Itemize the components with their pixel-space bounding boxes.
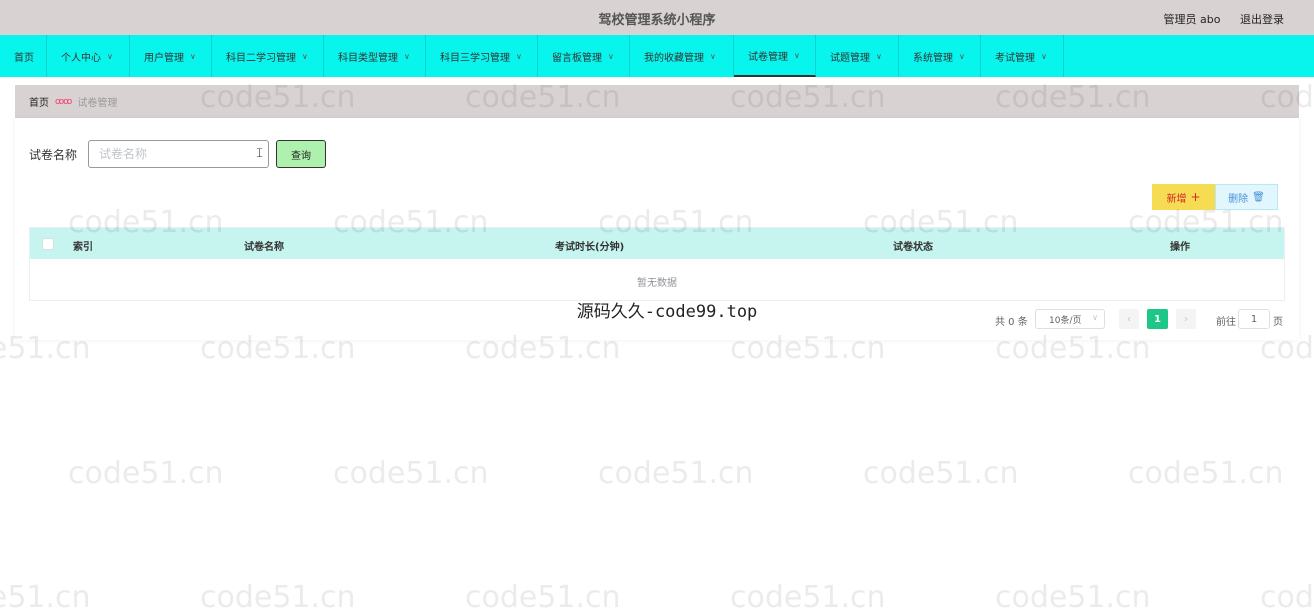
nav-item-label: 系统管理 (913, 52, 953, 64)
search-input[interactable] (88, 140, 269, 168)
center-watermark: 源码久久-code99.top (576, 302, 758, 322)
breadcrumb-home[interactable]: 首页 (29, 94, 49, 109)
nav-item[interactable]: 试卷管理 ∨ (734, 35, 816, 77)
nav-item[interactable]: 试题管理 ∨ (816, 35, 899, 77)
chevron-down-icon: ∨ (608, 51, 614, 61)
nav-item[interactable]: 科目三学习管理 ∨ (426, 35, 538, 77)
chevron-down-icon: ∨ (107, 51, 113, 61)
column-header: 试卷名称 (244, 242, 284, 253)
chevron-down-icon: ∨ (404, 51, 410, 61)
exam-paper-table: 索引 试卷名称 考试时长(分钟) 试卷状态 操作 暂无数据 (29, 227, 1285, 301)
watermark-text: code51.cn (598, 456, 754, 491)
chevron-down-icon: ∨ (959, 51, 965, 61)
delete-button-label: 删除 (1228, 193, 1249, 205)
column-header: 操作 (1170, 242, 1190, 253)
nav-item-label: 用户管理 (144, 52, 184, 64)
chevron-down-icon: ∨ (516, 51, 522, 61)
plus-icon: + (1190, 190, 1201, 204)
nav-item[interactable]: 科目二学习管理 ∨ (212, 35, 324, 77)
chevron-down-icon: ∨ (794, 50, 800, 60)
user-area: 管理员 abo 退出登录 (1148, 11, 1284, 27)
nav-item[interactable]: 留言板管理 ∨ (538, 35, 630, 77)
column-header: 索引 (73, 242, 93, 253)
chevron-down-icon: ∨ (710, 51, 716, 61)
nav-item-label: 科目二学习管理 (226, 52, 296, 64)
watermark-text: code51.cn (68, 456, 224, 491)
nav-item-label: 个人中心 (61, 52, 101, 64)
nav-item[interactable]: 个人中心 ∨ (47, 35, 130, 77)
watermark-text: code51.cn (1128, 456, 1284, 491)
breadcrumb-separator-icon: ꝏꝏ (55, 96, 72, 107)
chevron-down-icon: ∨ (1041, 51, 1047, 61)
chevron-down-icon: ∨ (876, 51, 882, 61)
user-label: 管理员 abo (1163, 13, 1221, 26)
watermark-text: code51.cn (333, 456, 489, 491)
add-button-label: 新增 (1166, 193, 1187, 205)
main-nav: 首页 个人中心 ∨ 用户管理 ∨ 科目二学习管理 ∨ 科目类型管理 ∨ 科目三学习管理 ∨ 留言板管理… (0, 35, 1314, 77)
breadcrumb: 首页 ꝏꝏ 试卷管理 (15, 85, 1299, 118)
watermark-text: code51.cn (0, 580, 91, 615)
chevron-down-icon: ∨ (190, 51, 196, 61)
nav-item-label: 考试管理 (995, 52, 1035, 64)
nav-item-label: 试卷管理 (748, 51, 788, 63)
nav-item[interactable]: 科目类型管理 ∨ (324, 35, 426, 77)
nav-item[interactable]: 首页 (0, 35, 47, 77)
select-all-checkbox[interactable] (42, 238, 54, 250)
nav-item[interactable]: 用户管理 ∨ (130, 35, 212, 77)
nav-item[interactable]: 考试管理 ∨ (981, 35, 1064, 77)
nav-item-label: 科目三学习管理 (440, 52, 510, 64)
nav-item-label: 留言板管理 (552, 52, 602, 64)
trash-icon: 🗑 (1252, 191, 1265, 203)
nav-item-label: 试题管理 (830, 52, 870, 64)
watermark-text: code51.cn (995, 580, 1151, 615)
watermark-text: code51.cn (863, 456, 1019, 491)
search-label: 试卷名称 (29, 148, 78, 162)
logout-link[interactable]: 退出登录 (1240, 13, 1284, 26)
add-button[interactable]: 新增 + (1152, 184, 1215, 210)
watermark-text: code51.cn (465, 580, 621, 615)
watermark-text: code51.cn (1260, 580, 1314, 615)
empty-state-text: 暂无数据 (637, 278, 677, 289)
watermark-text: code51.cn (730, 580, 886, 615)
nav-item[interactable]: 系统管理 ∨ (899, 35, 981, 77)
app-title: 驾校管理系统小程序 (598, 13, 716, 28)
nav-item-label: 科目类型管理 (338, 52, 398, 64)
breadcrumb-current: 试卷管理 (77, 98, 118, 109)
query-button[interactable]: 查询 (276, 140, 326, 168)
table-header: 索引 试卷名称 考试时长(分钟) 试卷状态 操作 (30, 228, 1284, 259)
nav-item-label: 我的收藏管理 (644, 52, 704, 64)
nav-item-label: 首页 (14, 52, 34, 64)
column-header: 试卷状态 (893, 242, 933, 253)
nav-item[interactable]: 我的收藏管理 ∨ (630, 35, 734, 77)
top-bar: 驾校管理系统小程序 管理员 abo 退出登录 (0, 0, 1314, 35)
chevron-down-icon: ∨ (302, 51, 308, 61)
delete-button[interactable]: 删除 🗑 (1215, 184, 1278, 210)
column-header: 考试时长(分钟) (555, 242, 625, 253)
watermark-text: code51.cn (200, 580, 356, 615)
